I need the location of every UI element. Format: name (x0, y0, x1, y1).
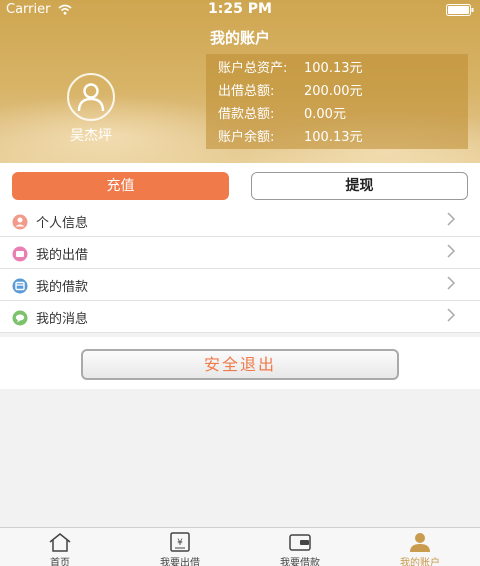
username: 吴杰坪 (70, 128, 112, 144)
tab-label: 我要出借 (160, 558, 200, 566)
summary-label: 借款总额: (218, 107, 275, 122)
menu-item-my-lending[interactable]: 我的出借 (0, 237, 480, 269)
chevron-right-icon (447, 212, 456, 226)
summary-value: 100.13元 (304, 61, 363, 76)
user-avatar-icon (77, 83, 105, 112)
wallet-icon (289, 534, 311, 551)
tab-home[interactable]: 首页 (0, 528, 120, 566)
action-bar: 充值 提现 (0, 163, 480, 205)
menu-item-label: 我的出借 (36, 248, 89, 263)
summary-lend-total: 出借总额: 200.00元 (218, 83, 363, 101)
account-header: Carrier 1:25 PM 我的账户 吴杰坪 账户总资产: 100.13元 (0, 0, 480, 163)
summary-value: 0.00元 (304, 107, 346, 122)
page-title: 我的账户 (209, 29, 270, 47)
menu-item-label: 我的消息 (36, 312, 89, 327)
lend-icon (12, 246, 28, 262)
tab-label: 首页 (50, 558, 70, 566)
menu-item-personal-info[interactable]: 个人信息 (0, 205, 480, 237)
account-menu: 个人信息 我的出借 我的借款 我的消息 (0, 205, 480, 333)
person-info-icon (12, 214, 28, 230)
summary-label: 账户余额: (218, 130, 275, 145)
tab-my-account[interactable]: 我的账户 (360, 528, 480, 566)
tab-bar: 首页 ¥ 我要出借 我要借款 我的账户 (0, 527, 480, 566)
svg-text:¥: ¥ (177, 538, 183, 548)
logout-button[interactable]: 安全退出 (81, 349, 399, 380)
account-summary-panel: 账户总资产: 100.13元 出借总额: 200.00元 借款总额: 0.00元… (206, 54, 468, 149)
menu-item-label: 个人信息 (36, 216, 89, 231)
withdraw-button[interactable]: 提现 (251, 172, 468, 200)
recharge-button[interactable]: 充值 (12, 172, 229, 200)
tab-lend[interactable]: ¥ 我要出借 (120, 528, 240, 566)
status-time: 1:25 PM (208, 1, 272, 17)
avatar[interactable] (58, 73, 124, 121)
chevron-right-icon (447, 244, 456, 258)
summary-label: 出借总额: (218, 84, 275, 99)
menu-item-my-messages[interactable]: 我的消息 (0, 301, 480, 333)
home-icon (49, 533, 71, 552)
menu-item-label: 我的借款 (36, 280, 89, 295)
message-icon (12, 310, 28, 326)
battery-icon (446, 4, 474, 16)
summary-borrow-total: 借款总额: 0.00元 (218, 106, 346, 124)
tab-borrow[interactable]: 我要借款 (240, 528, 360, 566)
summary-value: 200.00元 (304, 84, 363, 99)
summary-value: 100.13元 (304, 130, 363, 145)
lend-yen-icon: ¥ (170, 532, 190, 552)
logout-section: 安全退出 (0, 337, 480, 389)
summary-label: 账户总资产: (218, 61, 288, 76)
tab-label: 我要借款 (280, 558, 320, 566)
summary-balance: 账户余额: 100.13元 (218, 129, 363, 147)
chevron-right-icon (447, 308, 456, 322)
summary-total-assets: 账户总资产: 100.13元 (218, 60, 363, 78)
account-icon (410, 533, 430, 552)
chevron-right-icon (447, 276, 456, 290)
status-bar: Carrier 1:25 PM (0, 0, 480, 20)
menu-item-my-borrowing[interactable]: 我的借款 (0, 269, 480, 301)
tab-label: 我的账户 (400, 558, 440, 566)
borrow-icon (12, 278, 28, 294)
